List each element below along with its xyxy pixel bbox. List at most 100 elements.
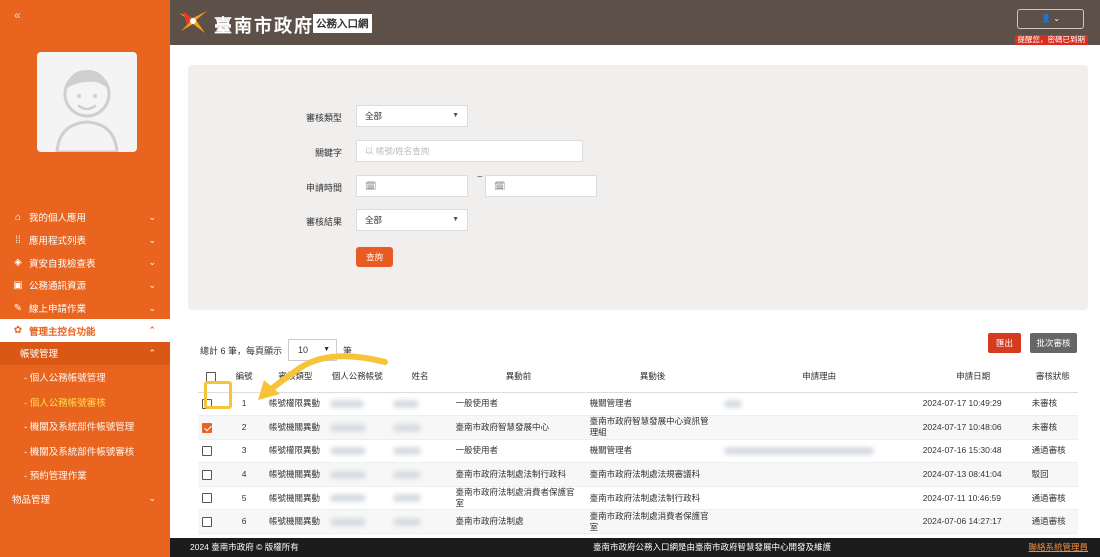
redacted-reason xyxy=(719,392,919,417)
redacted-reason xyxy=(719,486,919,511)
keyword-input[interactable]: 以 帳號/姓名查詢 xyxy=(356,140,583,162)
sidebar-item-communication[interactable]: ▣ 公務通訊資源 ⌄ xyxy=(0,274,170,297)
redacted-account xyxy=(325,392,389,417)
chevron-down-icon: ⌄ xyxy=(148,493,156,504)
table-row: 1 帳號權限異動 一般使用者 機關管理者 2024-07-17 10:49:29… xyxy=(198,392,1078,417)
main-content: 審核類型 全部 ▼ 關鍵字 以 帳號/姓名查詢 申請時間 🗓 ~ 🗓 審核結果 … xyxy=(170,45,1100,538)
chevron-up-icon: ⌃ xyxy=(148,347,156,358)
book-icon: ▣ xyxy=(13,279,23,291)
page-title: 臺南市政府 xyxy=(214,16,314,36)
chevron-down-icon: ⌄ xyxy=(148,279,156,290)
chevron-down-icon: ⌄ xyxy=(148,302,156,313)
sidebar-item-admin-console[interactable]: ✿ 管理主控台功能 ⌃ xyxy=(0,319,170,343)
sidebar-leaf-personal-account-review[interactable]: - 個人公務帳號審核 xyxy=(0,389,170,414)
caret-down-icon: ▼ xyxy=(323,346,331,353)
chevron-down-icon: ⌄ xyxy=(1053,14,1060,23)
row-select-cell xyxy=(198,509,224,535)
column-header: 個人公務帳號 xyxy=(325,361,389,393)
filter-panel: 審核類型 全部 ▼ 關鍵字 以 帳號/姓名查詢 申請時間 🗓 ~ 🗓 審核結果 … xyxy=(188,65,1088,310)
row-select-cell xyxy=(198,462,224,487)
date-range-separator: ~ xyxy=(477,172,483,183)
results-panel: 總計 6 筆，每頁顯示 10 ▼ 筆 匯出 批次審核 編號 審核類型 個人公務帳… xyxy=(188,320,1088,537)
highlight-box xyxy=(204,381,232,409)
page-size-select[interactable]: 10 ▼ xyxy=(288,339,338,361)
results-summary: 總計 6 筆，每頁顯示 10 ▼ 筆 xyxy=(200,339,352,361)
column-header: 姓名 xyxy=(388,361,452,393)
chevron-down-icon: ⌄ xyxy=(148,211,156,222)
sidebar-item-item-management[interactable]: 物品管理 ⌄ xyxy=(0,487,170,510)
row-checkbox[interactable] xyxy=(202,493,212,504)
chevron-down-icon: ⌄ xyxy=(148,234,156,245)
table-row: 5 帳號機關異動 臺南市政府法制處消費者保護官室 臺南市政府法制處法制行政科 2… xyxy=(198,486,1078,511)
row-checkbox[interactable] xyxy=(202,446,212,457)
select-all-checkbox[interactable] xyxy=(205,371,216,382)
collapse-sidebar-icon[interactable]: « xyxy=(14,8,21,22)
chevron-down-icon: ⌄ xyxy=(148,257,156,268)
table-row: 2 帳號機關異動 臺南市政府智慧發展中心 臺南市政府智慧發展中心資訊管理組 20… xyxy=(198,415,1078,440)
row-checkbox[interactable] xyxy=(202,422,212,433)
sidebar-item-account-management[interactable]: 帳號管理 ⌃ xyxy=(0,342,170,365)
chevron-up-icon: ⌃ xyxy=(148,325,156,336)
column-header: 申請日期 xyxy=(918,361,1028,393)
column-header: 審核類型 xyxy=(265,361,326,393)
redacted-name xyxy=(388,439,452,464)
export-button[interactable]: 匯出 xyxy=(988,333,1021,353)
review-result-label: 審核結果 xyxy=(305,217,342,227)
footer: 2024 臺南市政府 © 版權所有 臺南市政府公務入口網是由臺南市政府智慧發展中… xyxy=(170,538,1100,557)
sidebar-item-online-apply[interactable]: ✎ 線上申請作業 ⌄ xyxy=(0,297,170,320)
shield-icon: ◈ xyxy=(14,257,22,269)
redacted-account xyxy=(325,509,389,535)
row-select-cell xyxy=(198,415,224,440)
review-result-select[interactable]: 全部 ▼ xyxy=(356,209,468,231)
redacted-name xyxy=(388,509,452,535)
avatar xyxy=(37,52,137,152)
start-date-input[interactable]: 🗓 xyxy=(356,175,468,197)
home-icon: ⌂ xyxy=(14,211,22,223)
query-button[interactable]: 查詢 xyxy=(356,247,393,267)
sidebar: « ⌂ 我的個人應用 ⌄ ⁞⁞ 應用程式列表 ⌄ ◈ 資安自我檢查表 ⌄ ▣ 公… xyxy=(0,0,170,557)
table-row: 3 帳號權限異動 一般使用者 機關管理者 2024-07-16 15:30:48… xyxy=(198,439,1078,464)
redacted-name xyxy=(388,462,452,487)
sidebar-item-app-list[interactable]: ⁞⁞ 應用程式列表 ⌄ xyxy=(0,229,170,252)
caret-down-icon: ▼ xyxy=(452,112,459,119)
user-menu-button[interactable]: 👤 ⌄ xyxy=(1017,9,1084,29)
redacted-name xyxy=(388,392,452,417)
sidebar-leaf-agency-account-review[interactable]: - 機關及系統部件帳號審核 xyxy=(0,438,170,463)
redacted-account xyxy=(325,439,389,464)
sidebar-leaf-personal-account-management[interactable]: - 個人公務帳號管理 xyxy=(0,365,170,390)
redacted-reason xyxy=(719,439,919,464)
review-table: 編號 審核類型 個人公務帳號 姓名 異動前 異動後 申請理由 申請日期 審核狀態… xyxy=(198,361,1078,535)
developer-note: 臺南市政府公務入口網是由臺南市政府智慧發展中心開發及維護 xyxy=(593,542,832,552)
sidebar-leaf-reservation-management[interactable]: - 預約管理作業 xyxy=(0,463,170,488)
column-header: 審核狀態 xyxy=(1027,361,1078,393)
row-select-cell xyxy=(198,439,224,464)
batch-review-button[interactable]: 批次審核 xyxy=(1030,333,1077,353)
sidebar-nav: ⌂ 我的個人應用 ⌄ ⁞⁞ 應用程式列表 ⌄ ◈ 資安自我檢查表 ⌄ ▣ 公務通… xyxy=(0,206,170,510)
review-type-label: 審核類型 xyxy=(305,113,342,123)
row-checkbox[interactable] xyxy=(202,517,212,528)
end-date-input[interactable]: 🗓 xyxy=(485,175,597,197)
tainan-logo-icon xyxy=(177,9,209,35)
password-expired-warning[interactable]: 提醒您，密碼已到期 xyxy=(1014,35,1088,45)
sidebar-item-security-checklist[interactable]: ◈ 資安自我檢查表 ⌄ xyxy=(0,251,170,274)
column-header: 異動後 xyxy=(585,361,720,393)
redacted-name xyxy=(388,415,452,440)
row-checkbox[interactable] xyxy=(202,469,212,480)
redacted-name xyxy=(388,486,452,511)
sidebar-leaf-agency-account-management[interactable]: - 機關及系統部件帳號管理 xyxy=(0,414,170,439)
gear-icon: ✿ xyxy=(13,325,23,337)
top-bar: 臺南市政府 公務入口網 👤 ⌄ 提醒您，密碼已到期 xyxy=(170,0,1100,45)
apply-date-label: 申請時間 xyxy=(305,183,342,193)
sidebar-item-my-apps[interactable]: ⌂ 我的個人應用 ⌄ xyxy=(0,206,170,229)
column-header: 異動前 xyxy=(451,361,586,393)
column-header: 申請理由 xyxy=(719,361,919,393)
portal-badge: 公務入口網 xyxy=(313,14,372,33)
redacted-account xyxy=(325,415,389,440)
keyword-label: 關鍵字 xyxy=(314,148,342,158)
row-select-cell xyxy=(198,486,224,511)
redacted-reason xyxy=(719,462,919,487)
contact-admin-link[interactable]: 聯絡系統管理員 xyxy=(1028,538,1088,557)
review-type-select[interactable]: 全部 ▼ xyxy=(356,105,468,127)
table-row: 6 帳號機關異動 臺南市政府法制處 臺南市政府法制處消費者保護官室 2024-0… xyxy=(198,509,1078,535)
table-row: 4 帳號機關異動 臺南市政府法制處法制行政科 臺南市政府法制處法規審議科 202… xyxy=(198,462,1078,487)
